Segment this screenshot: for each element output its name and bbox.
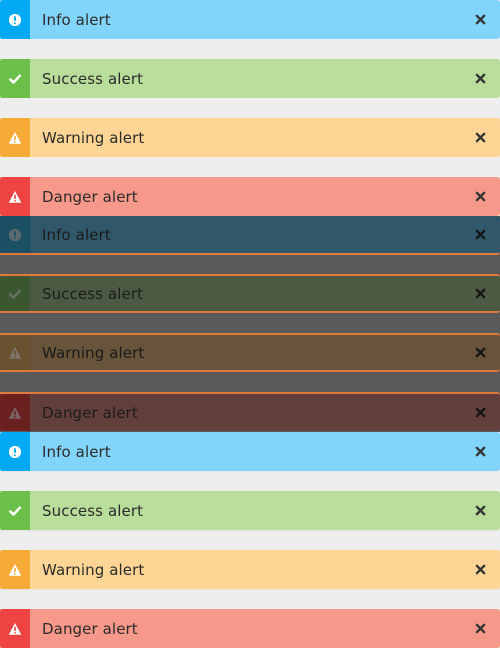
alert-label: Danger alert [42,187,138,206]
warning-triangle-icon [8,190,22,203]
alert-info: Info alert [0,0,500,39]
close-button[interactable] [460,216,500,253]
close-button[interactable] [460,550,500,589]
alert-label: Warning alert [42,560,145,579]
close-icon [475,623,485,634]
close-button[interactable] [460,276,500,311]
close-button[interactable] [460,491,500,530]
close-button[interactable] [460,177,500,216]
close-icon [475,14,485,25]
warning-triangle-icon [8,346,22,359]
close-icon [475,505,485,516]
exclamation-circle-icon [8,228,22,241]
alert-icon-box [0,59,30,98]
alert-icon-box [0,491,30,530]
alert-icon-box [0,276,30,311]
warning-triangle-icon [8,406,22,419]
alert-success-dimmed: Success alert [0,274,500,313]
alert-success: Success alert [0,491,500,530]
close-icon [475,132,485,143]
exclamation-circle-icon [8,13,22,26]
check-icon [8,288,22,299]
alert-icon-box [0,118,30,157]
close-icon [475,347,485,358]
alert-label: Info alert [42,10,111,29]
close-icon [475,446,485,457]
close-button[interactable] [460,0,500,39]
alert-icon-box [0,432,30,471]
close-icon [475,73,485,84]
alert-warning: Warning alert [0,550,500,589]
alert-label: Info alert [42,225,111,244]
alert-danger: Danger alert [0,177,500,216]
close-button[interactable] [460,432,500,471]
close-icon [475,407,485,418]
check-icon [8,505,22,516]
alert-label: Success alert [42,284,144,303]
close-icon [475,191,485,202]
check-icon [8,73,22,84]
close-icon [475,288,485,299]
close-icon [475,229,485,240]
alert-label: Success alert [42,69,144,88]
close-button[interactable] [460,118,500,157]
alert-warning: Warning alert [0,118,500,157]
close-icon [475,564,485,575]
alert-label: Success alert [42,501,144,520]
alert-label: Warning alert [42,343,145,362]
close-button[interactable] [460,335,500,370]
warning-triangle-icon [8,622,22,635]
alert-icon-box [0,216,30,253]
alert-icon-box [0,550,30,589]
exclamation-circle-icon [8,445,22,458]
alert-danger: Danger alert [0,609,500,648]
alert-label: Danger alert [42,619,138,638]
alert-icon-box [0,0,30,39]
alert-icon-box [0,177,30,216]
alert-success: Success alert [0,59,500,98]
alert-icon-box [0,335,30,370]
alert-label: Danger alert [42,403,138,422]
alert-icon-box [0,609,30,648]
close-button[interactable] [460,59,500,98]
warning-triangle-icon [8,131,22,144]
alert-icon-box [0,394,30,431]
alert-danger-dimmed: Danger alert [0,392,500,431]
warning-triangle-icon [8,563,22,576]
alert-label: Info alert [42,442,111,461]
alert-info: Info alert [0,432,500,471]
alert-info-dimmed: Info alert [0,216,500,255]
alert-label: Warning alert [42,128,145,147]
close-button[interactable] [460,394,500,431]
alert-warning-dimmed: Warning alert [0,333,500,372]
close-button[interactable] [460,609,500,648]
